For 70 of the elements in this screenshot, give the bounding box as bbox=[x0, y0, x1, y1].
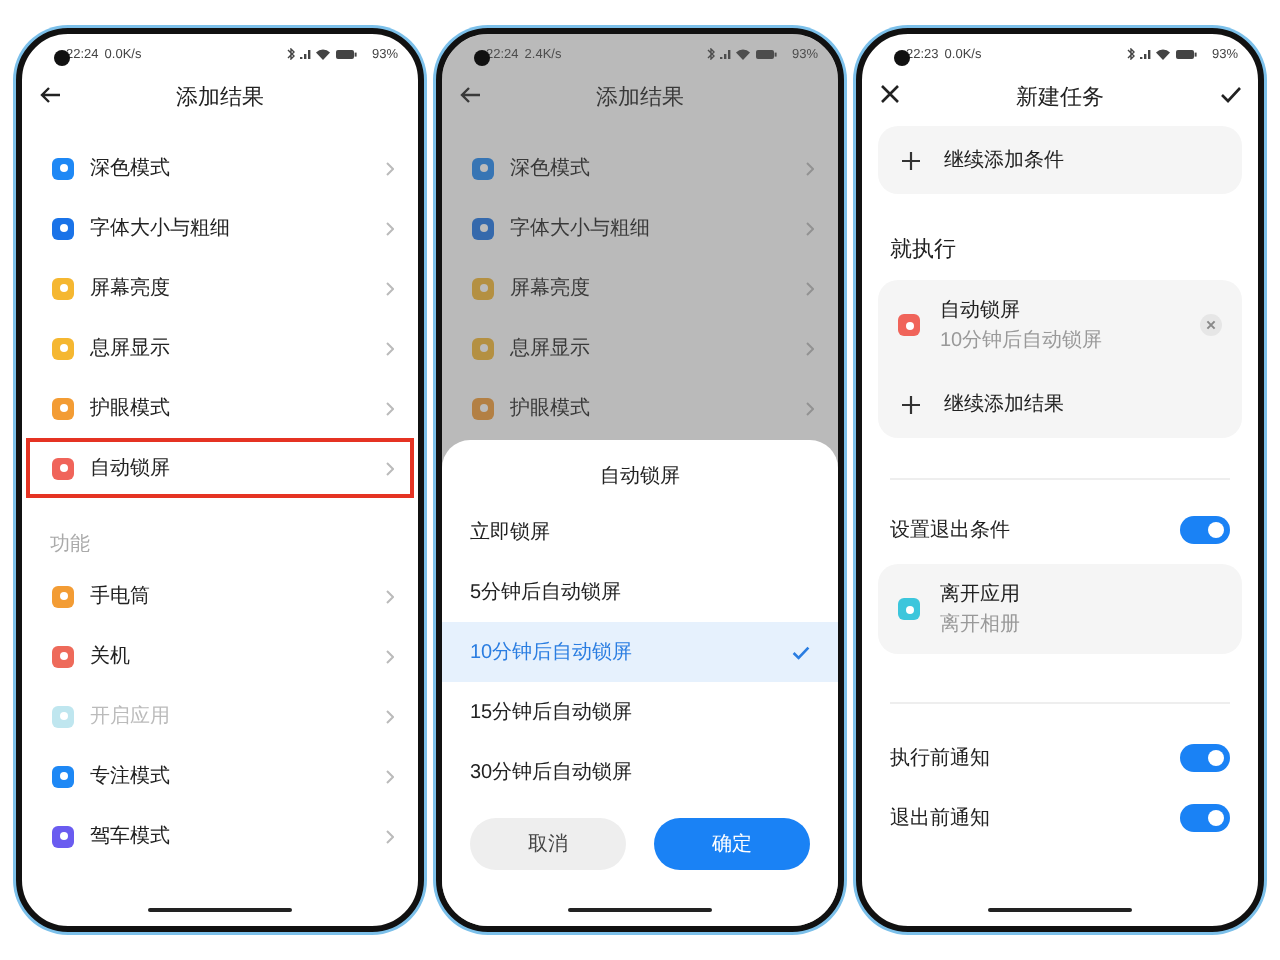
sheet-title: 自动锁屏 bbox=[600, 464, 680, 492]
home-indicator[interactable] bbox=[988, 907, 1132, 912]
chevron-icon bbox=[386, 769, 394, 783]
back-icon[interactable] bbox=[39, 86, 61, 104]
chevron-icon bbox=[386, 461, 394, 475]
chevron-icon bbox=[806, 281, 814, 295]
list-item[interactable]: 深色模式 bbox=[446, 138, 834, 198]
section-title: 就执行 bbox=[888, 236, 958, 266]
remove-icon[interactable] bbox=[1200, 314, 1222, 336]
option-item[interactable]: 立即锁屏 bbox=[442, 502, 838, 562]
list-item[interactable]: 屏幕亮度 bbox=[26, 258, 414, 318]
item-title: 自动锁屏 bbox=[940, 298, 1022, 324]
chevron-icon bbox=[386, 161, 394, 175]
item-subtitle: 10分钟后自动锁屏 bbox=[940, 327, 1105, 354]
home-indicator[interactable] bbox=[148, 907, 292, 912]
chevron-icon bbox=[386, 341, 394, 355]
camera-hole bbox=[474, 50, 490, 66]
camera-hole bbox=[894, 50, 910, 66]
chevron-icon bbox=[806, 221, 814, 235]
toggle-label: 退出前通知 bbox=[890, 805, 990, 832]
list-item[interactable]: 护眼模式 bbox=[26, 378, 414, 438]
list-item[interactable]: 驾车模式 bbox=[26, 806, 414, 866]
chevron-icon bbox=[806, 401, 814, 415]
chevron-icon bbox=[806, 161, 814, 175]
list-item[interactable]: 深色模式 bbox=[26, 138, 414, 198]
list-item[interactable]: 专注模式 bbox=[26, 746, 414, 806]
option-item[interactable]: 5分钟后自动锁屏 bbox=[442, 562, 838, 622]
chevron-icon bbox=[386, 401, 394, 415]
chevron-icon bbox=[386, 649, 394, 663]
home-indicator[interactable] bbox=[568, 907, 712, 912]
section-label: 功能 bbox=[48, 531, 92, 560]
add-row[interactable]: 继续添加条件 bbox=[878, 126, 1242, 194]
option-item[interactable]: 30分钟后自动锁屏 bbox=[442, 742, 838, 802]
chevron-icon bbox=[386, 829, 394, 843]
plus-icon bbox=[902, 151, 920, 169]
chevron-icon bbox=[806, 341, 814, 355]
list-item[interactable]: 字体大小与粗细 bbox=[446, 198, 834, 258]
list-item[interactable]: 关机 bbox=[26, 626, 414, 686]
list-item[interactable]: 屏幕亮度 bbox=[446, 258, 834, 318]
check-icon[interactable] bbox=[1219, 86, 1241, 104]
page-title: 新建任务 bbox=[1016, 83, 1104, 111]
list-item[interactable]: 自动锁屏 bbox=[26, 438, 414, 498]
toggle-switch[interactable] bbox=[1180, 804, 1230, 832]
confirm-button[interactable]: 确定 bbox=[654, 818, 810, 870]
page-title: 添加结果 bbox=[176, 83, 264, 111]
chevron-icon bbox=[386, 589, 394, 603]
item-title: 离开应用 bbox=[940, 581, 1022, 608]
chevron-icon bbox=[386, 281, 394, 295]
camera-hole bbox=[54, 50, 70, 66]
check-icon bbox=[792, 645, 810, 659]
option-item[interactable]: 15分钟后自动锁屏 bbox=[442, 682, 838, 742]
toggle-label: 设置退出条件 bbox=[890, 517, 1010, 544]
cancel-button[interactable]: 取消 bbox=[470, 818, 626, 870]
list-item[interactable]: 手电筒 bbox=[26, 566, 414, 626]
toggle-label: 执行前通知 bbox=[890, 745, 990, 772]
back-icon[interactable] bbox=[459, 86, 481, 104]
chevron-icon bbox=[386, 221, 394, 235]
list-item[interactable]: 息屏显示 bbox=[446, 318, 834, 378]
close-icon[interactable] bbox=[880, 84, 900, 104]
list-item[interactable]: 息屏显示 bbox=[26, 318, 414, 378]
chevron-icon bbox=[386, 709, 394, 723]
toggle-switch[interactable] bbox=[1180, 744, 1230, 772]
plus-icon bbox=[902, 395, 920, 413]
item-subtitle: 离开相册 bbox=[940, 611, 1022, 638]
list-item[interactable]: 字体大小与粗细 bbox=[26, 198, 414, 258]
page-title: 添加结果 bbox=[596, 83, 684, 111]
option-item[interactable]: 10分钟后自动锁屏 bbox=[442, 622, 838, 682]
list-item[interactable]: 护眼模式 bbox=[446, 378, 834, 438]
toggle-switch[interactable] bbox=[1180, 516, 1230, 544]
add-row[interactable]: 继续添加结果 bbox=[878, 370, 1242, 438]
